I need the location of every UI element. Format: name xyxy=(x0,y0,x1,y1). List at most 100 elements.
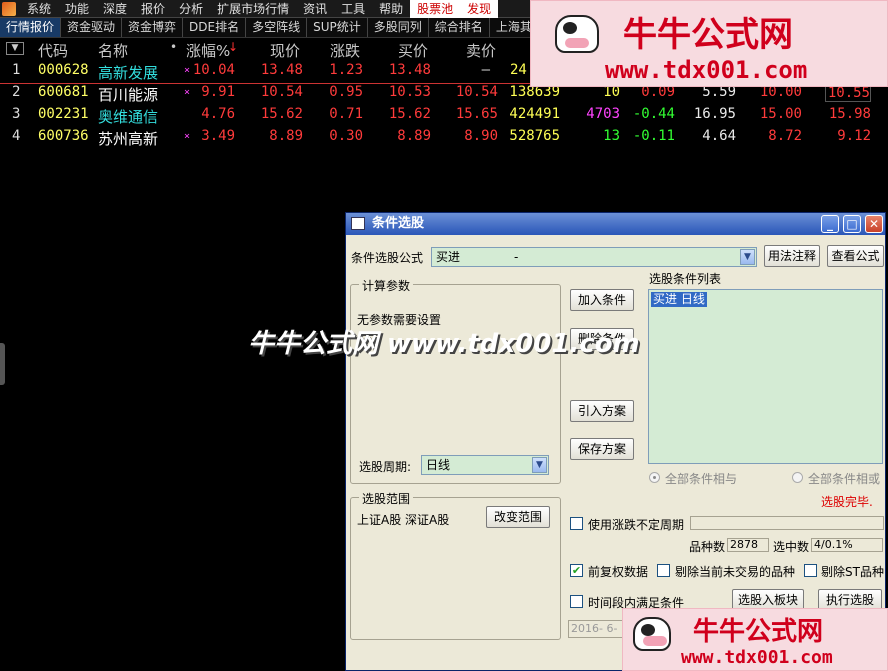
header-name[interactable]: 名称 xyxy=(98,40,128,61)
cell-speed: -0.44 xyxy=(632,106,675,122)
watermark-brand: 牛牛公式网 xyxy=(693,617,824,647)
stock-name: 百川能源 xyxy=(98,86,159,104)
import-scheme-button[interactable]: 引入方案 xyxy=(570,400,634,422)
exclude-halt-label: 剔除当前未交易的品种 xyxy=(675,565,796,579)
formula-label: 条件选股公式 xyxy=(351,251,424,265)
exclude-halt-checkbox[interactable] xyxy=(657,564,670,577)
stock-name: 高新发展 xyxy=(98,64,159,82)
cell-ask: – xyxy=(481,62,490,78)
tab-long-short[interactable]: 多空阵线 xyxy=(246,18,308,37)
menu-item-system[interactable]: 系统 xyxy=(20,0,58,18)
header-bid[interactable]: 买价 xyxy=(398,40,428,61)
stock-name: 苏州高新 xyxy=(98,130,159,148)
radio-all-or-label: 全部条件相或 xyxy=(808,472,881,486)
menu-item-stock-pool[interactable]: 股票池 xyxy=(410,0,461,18)
chevron-down-icon[interactable]: ▼ xyxy=(740,249,755,265)
maximize-icon[interactable]: □ xyxy=(843,215,861,233)
use-period-checkbox[interactable] xyxy=(570,517,583,530)
header-price[interactable]: 现价 xyxy=(270,40,300,61)
table-row[interactable]: 3 002231 奥维通信 4.76 15.62 0.71 15.62 15.6… xyxy=(0,106,888,128)
condition-list[interactable]: 买进 日线 xyxy=(648,289,883,464)
header-pct[interactable]: 涨幅% xyxy=(186,40,230,61)
minimize-icon[interactable]: _ xyxy=(821,215,839,233)
menu-item-tools[interactable]: 工具 xyxy=(334,0,372,18)
tab-sup-stat[interactable]: SUP统计 xyxy=(307,18,368,37)
menu-item-depth[interactable]: 深度 xyxy=(96,0,134,18)
cell-pct: 4.76 xyxy=(201,106,235,122)
count-value: 2878 xyxy=(727,538,769,552)
header-change[interactable]: 涨跌 xyxy=(330,40,360,61)
column-selector-icon[interactable]: ▼ xyxy=(6,42,24,55)
save-scheme-button[interactable]: 保存方案 xyxy=(570,438,634,460)
cell-bid: 10.53 xyxy=(388,84,431,100)
radio-all-or[interactable] xyxy=(792,472,803,483)
table-row[interactable]: 4 600736 苏州高新 × 3.49 8.89 0.30 8.89 8.90… xyxy=(0,128,888,150)
range-value: 上证A股 深证A股 xyxy=(357,513,450,527)
period-label: 选股周期: xyxy=(359,460,412,474)
close-icon[interactable]: ✕ xyxy=(865,215,883,233)
add-condition-button[interactable]: 加入条件 xyxy=(570,289,634,311)
cell-turnover: 4.64 xyxy=(702,128,736,144)
tab-fund-game[interactable]: 资金博弈 xyxy=(122,18,184,37)
menu-item-function[interactable]: 功能 xyxy=(58,0,96,18)
row-index: 4 xyxy=(12,128,21,144)
tab-fund-drive[interactable]: 资金驱动 xyxy=(61,18,123,37)
view-formula-button[interactable]: 查看公式 xyxy=(827,245,884,267)
stock-code: 600681 xyxy=(38,84,89,100)
cell-volume: 528765 xyxy=(509,128,560,144)
change-range-button[interactable]: 改变范围 xyxy=(486,506,550,528)
exclude-st-checkbox[interactable] xyxy=(804,564,817,577)
row-index: 3 xyxy=(12,106,21,122)
cell-pct: 3.49 xyxy=(201,128,235,144)
header-ask[interactable]: 卖价 xyxy=(466,40,496,61)
params-group: 计算参数 无参数需要设置 选股周期: 日线 ▼ xyxy=(350,277,561,484)
count-label: 品种数 xyxy=(689,540,726,554)
list-item[interactable]: 买进 日线 xyxy=(651,292,707,307)
cell-bid: 13.48 xyxy=(388,62,431,78)
tab-dde-rank[interactable]: DDE排名 xyxy=(183,18,247,37)
period-range-field[interactable] xyxy=(690,516,884,530)
fq-checkbox[interactable]: ✔ xyxy=(570,564,583,577)
status-text: 选股完毕. xyxy=(821,495,873,509)
usage-notes-button[interactable]: 用法注释 xyxy=(764,245,820,267)
tab-multi-stock[interactable]: 多股同列 xyxy=(368,18,429,37)
cell-ask: 15.65 xyxy=(455,106,498,122)
selected-value: 4/0.1% xyxy=(811,538,883,552)
cell-high: 9.12 xyxy=(837,128,871,144)
exclude-st-label: 剔除ST品种 xyxy=(821,565,884,579)
watermark-brand: 牛牛公式网 xyxy=(623,15,793,55)
cell-price: 8.89 xyxy=(269,128,303,144)
tab-overall-rank[interactable]: 综合排名 xyxy=(429,18,490,37)
app-logo-icon xyxy=(2,1,16,16)
menu-item-discover[interactable]: 发现 xyxy=(460,0,499,18)
cell-price: 13.48 xyxy=(260,62,303,78)
cell-volume: 424491 xyxy=(509,106,560,122)
menu-item-help[interactable]: 帮助 xyxy=(372,0,410,18)
table-row[interactable]: 2 600681 百川能源 × 9.91 10.54 0.95 10.53 10… xyxy=(0,84,888,106)
cell-high: 15.98 xyxy=(828,106,871,122)
sort-desc-icon: ↓ xyxy=(228,40,239,54)
period-select[interactable]: 日线 ▼ xyxy=(421,455,549,475)
cell-change: 0.95 xyxy=(329,84,363,100)
range-group-title: 选股范围 xyxy=(359,490,414,507)
dialog-titlebar[interactable]: 条件选股 _ □ ✕ xyxy=(346,213,885,235)
radio-all-and[interactable] xyxy=(649,472,660,483)
cell-open: 8.72 xyxy=(768,128,802,144)
menu-item-analysis[interactable]: 分析 xyxy=(172,0,210,18)
cell-ask: 10.54 xyxy=(455,84,498,100)
cell-pct: 10.04 xyxy=(192,62,235,78)
menu-item-news[interactable]: 资讯 xyxy=(296,0,334,18)
time-range-checkbox[interactable] xyxy=(570,595,583,608)
chevron-down-icon[interactable]: ▼ xyxy=(532,457,547,473)
tab-quote[interactable]: 行情报价 xyxy=(0,18,62,37)
watermark-url: www.tdx001.com xyxy=(605,56,808,84)
menu-item-extended-market[interactable]: 扩展市场行情 xyxy=(210,0,296,18)
cell-pct: 9.91 xyxy=(201,84,235,100)
header-code[interactable]: 代码 xyxy=(38,40,68,61)
cow-logo-icon xyxy=(633,617,671,651)
menu-item-quote[interactable]: 报价 xyxy=(134,0,172,18)
use-period-label: 使用涨跌不定周期 xyxy=(588,518,685,532)
side-panel-handle[interactable] xyxy=(0,343,5,385)
stock-code: 600736 xyxy=(38,128,89,144)
formula-select[interactable]: 买进 - ▼ xyxy=(431,247,757,267)
